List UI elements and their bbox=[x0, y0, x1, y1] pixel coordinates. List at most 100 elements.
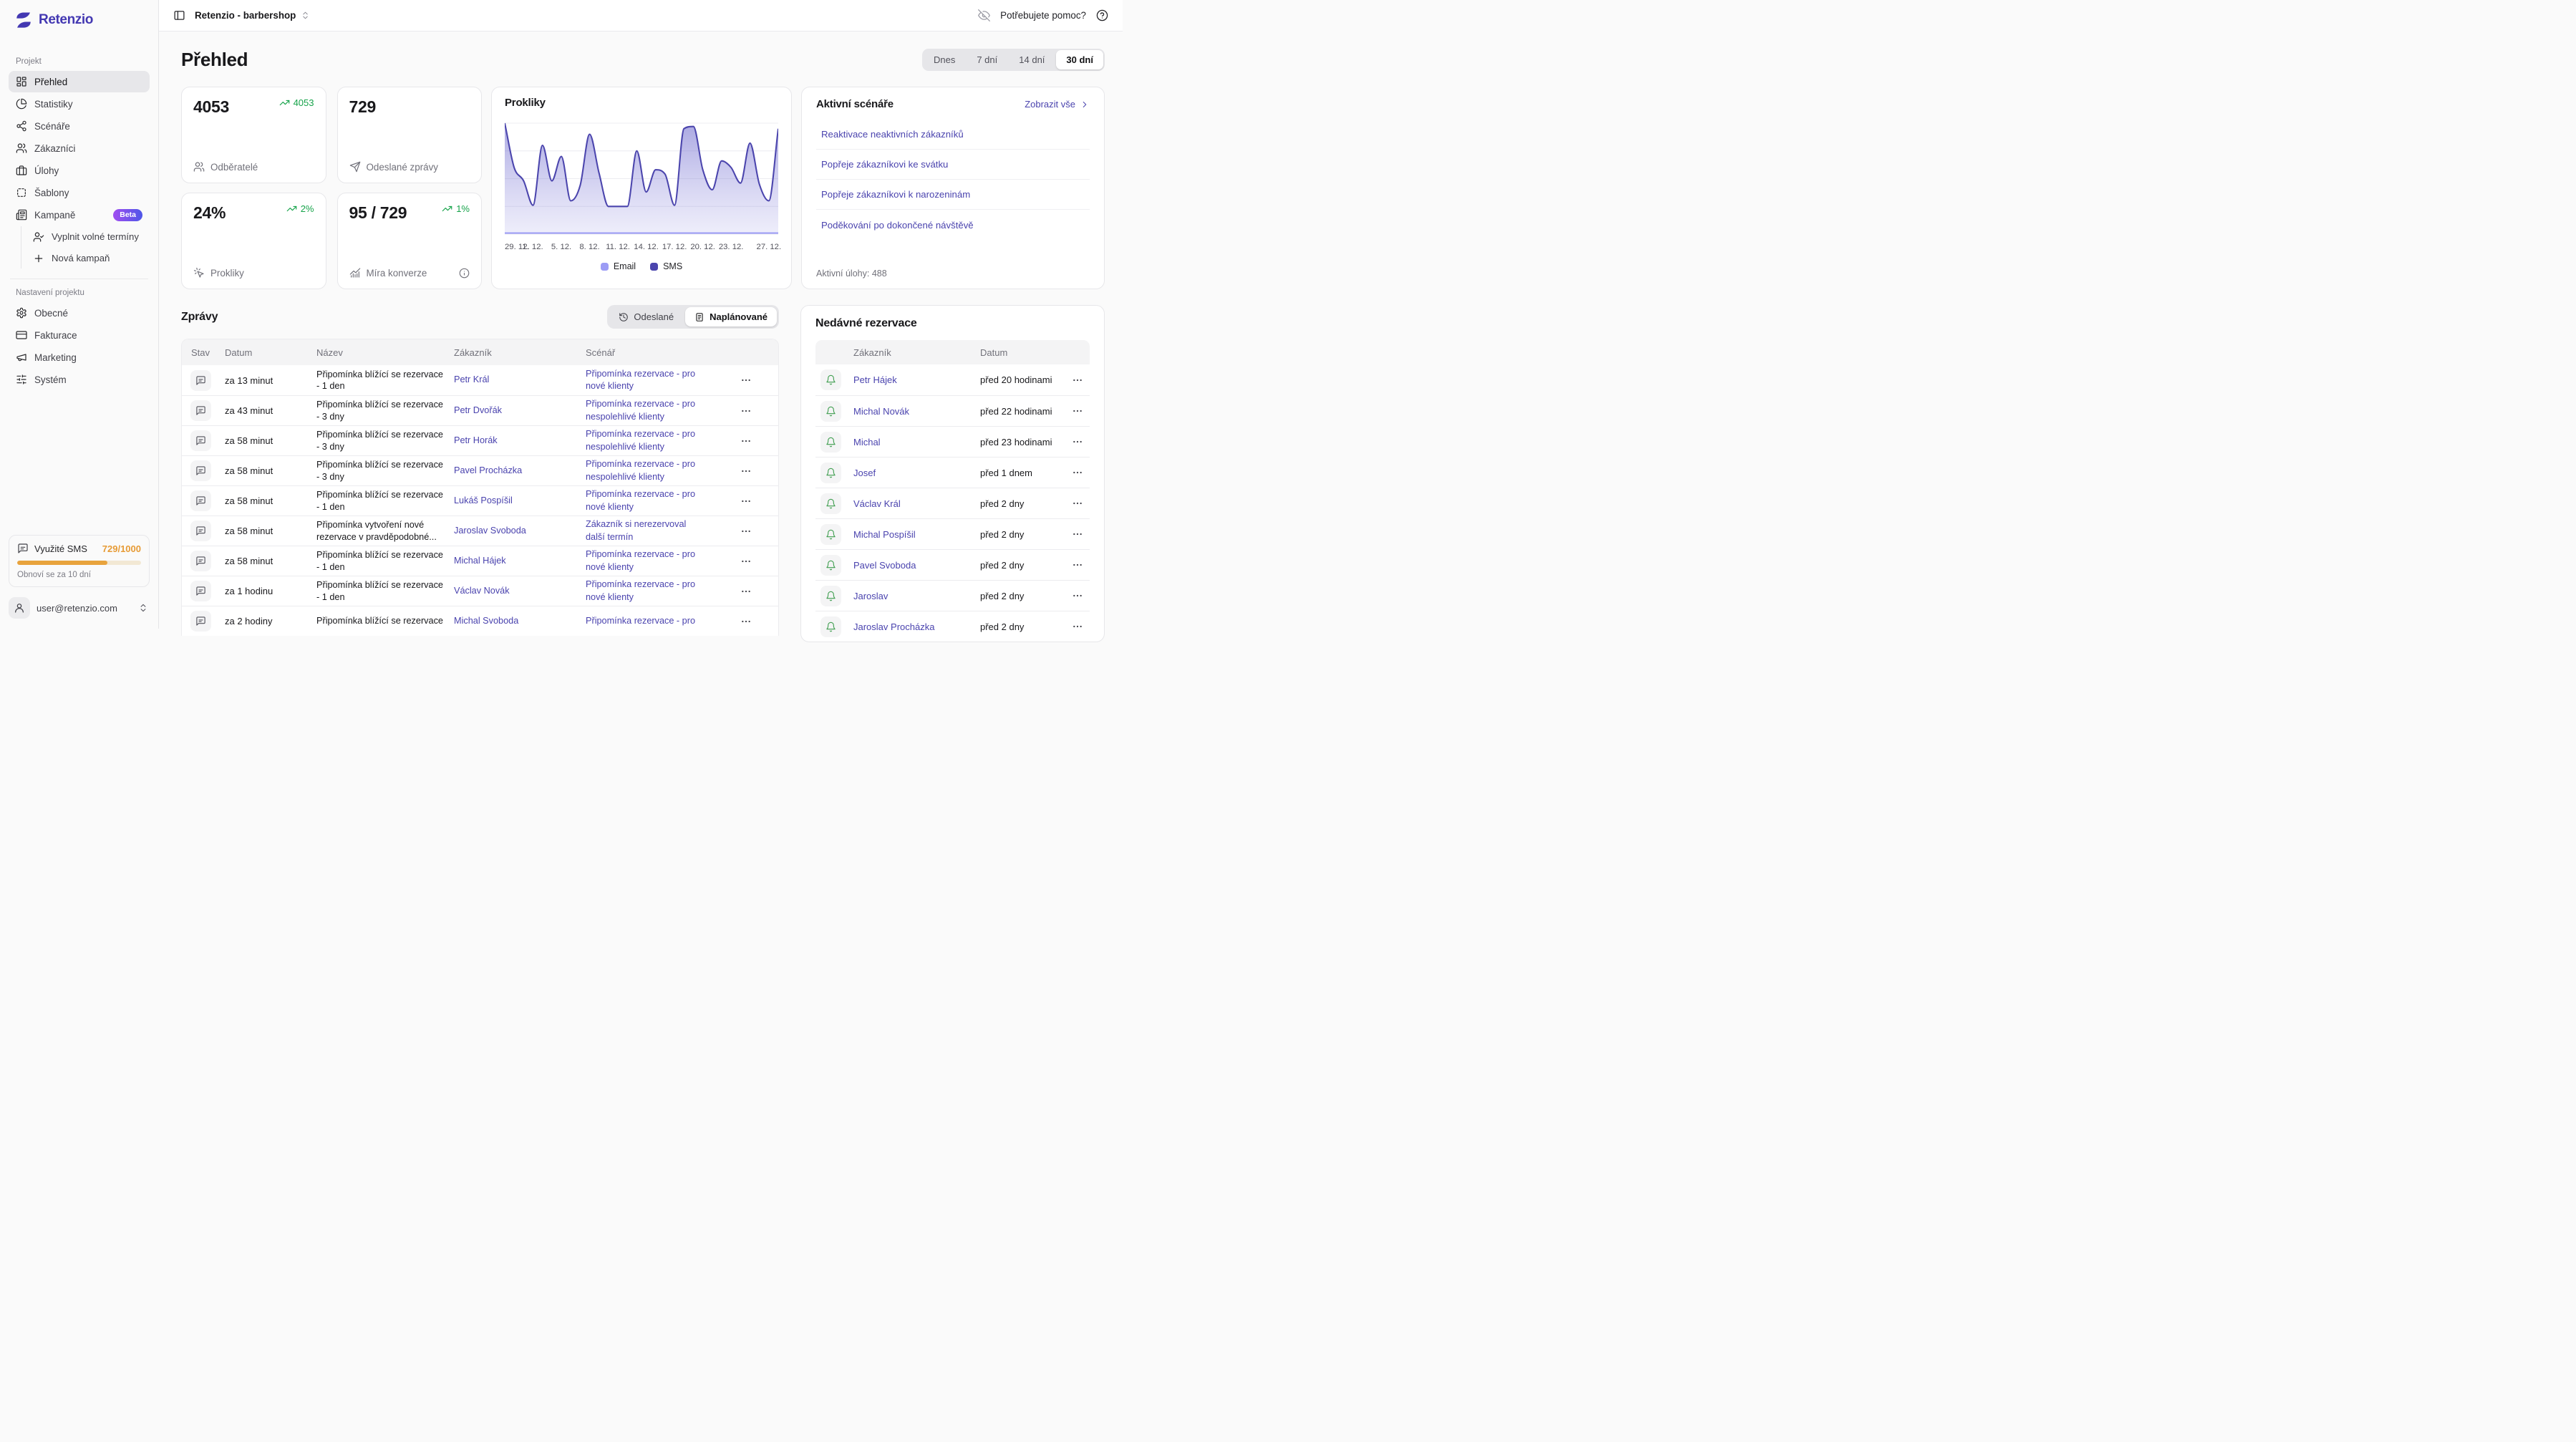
sidebar-item-system[interactable]: Systém bbox=[9, 369, 150, 390]
scenario-link[interactable]: Připomínka rezervace - pro nové klienty bbox=[586, 548, 714, 573]
customer-link[interactable]: Michal bbox=[853, 437, 980, 447]
content: Přehled Dnes7 dní14 dní30 dní 40534053Od… bbox=[159, 32, 1123, 629]
scenario-link[interactable]: Připomínka rezervace - pro nespolehlivé … bbox=[586, 398, 714, 422]
customer-link[interactable]: Jaroslav bbox=[853, 591, 980, 601]
row-menu-button[interactable] bbox=[714, 405, 778, 417]
row-menu-button[interactable] bbox=[714, 465, 778, 477]
range-button-30-dní[interactable]: 30 dní bbox=[1056, 50, 1103, 69]
customer-link[interactable]: Michal Hájek bbox=[454, 555, 586, 567]
eye-off-icon bbox=[978, 9, 990, 21]
sidebar-item-prehled[interactable]: Přehled bbox=[9, 71, 150, 92]
help-circle-button[interactable] bbox=[1096, 9, 1108, 21]
settings-section-label: Nastavení projektu bbox=[16, 289, 142, 297]
row-menu-button[interactable] bbox=[714, 435, 778, 447]
customer-link[interactable]: Václav Král bbox=[853, 498, 980, 509]
sidebar-item-fakturace[interactable]: Fakturace bbox=[9, 324, 150, 346]
row-menu-button[interactable] bbox=[1065, 621, 1090, 632]
scenario-link[interactable]: Připomínka rezervace - pro nové klienty bbox=[586, 488, 714, 513]
scenario-link[interactable]: Připomínka rezervace - pro nespolehlivé … bbox=[586, 428, 714, 453]
scenarios-list: Reaktivace neaktivních zákazníkůPopřeje … bbox=[816, 120, 1090, 240]
show-all-link[interactable]: Zobrazit vše bbox=[1025, 99, 1090, 110]
customer-link[interactable]: Josef bbox=[853, 468, 980, 478]
row-menu-button[interactable] bbox=[1065, 436, 1090, 447]
scenario-link[interactable]: Připomínka rezervace - pro bbox=[586, 615, 714, 627]
row-menu-button[interactable] bbox=[714, 526, 778, 537]
row-menu-button[interactable] bbox=[714, 374, 778, 386]
hide-values-button[interactable] bbox=[978, 9, 990, 21]
toggle-odeslane[interactable]: Odeslané bbox=[609, 307, 683, 326]
dots-icon bbox=[740, 556, 752, 567]
row-menu-button[interactable] bbox=[1065, 559, 1090, 571]
sidebar-toggle-button[interactable] bbox=[173, 9, 185, 21]
sidebar-item-marketing[interactable]: Marketing bbox=[9, 347, 150, 368]
x-tick: 8. 12. bbox=[579, 243, 599, 251]
scenario-link[interactable]: Zákazník si nerezervoval další termín bbox=[586, 518, 714, 543]
message-row: za 58 minutPřipomínka vytvoření nové rez… bbox=[182, 516, 778, 546]
user-menu[interactable]: user@retenzio.com bbox=[9, 596, 150, 620]
range-button-Dnes[interactable]: Dnes bbox=[924, 50, 965, 69]
customer-link[interactable]: Lukáš Pospíšil bbox=[454, 495, 586, 507]
customer-link[interactable]: Jaroslav Procházka bbox=[853, 621, 980, 632]
customer-link[interactable]: Pavel Procházka bbox=[454, 465, 586, 477]
prokliky-chart-svg bbox=[505, 117, 778, 239]
customer-link[interactable]: Petr Horák bbox=[454, 435, 586, 447]
message-icon bbox=[195, 465, 206, 476]
sidebar-item-vyplnit-volne-terminy[interactable]: Vyplnit volné termíny bbox=[26, 226, 150, 247]
row-menu-button[interactable] bbox=[1065, 467, 1090, 478]
info-icon bbox=[459, 268, 470, 279]
sidebar-item-kampane[interactable]: KampaněBeta bbox=[9, 204, 150, 226]
row-menu-button[interactable] bbox=[1065, 528, 1090, 540]
workspace-selector[interactable]: Retenzio - barbershop bbox=[195, 10, 310, 21]
sidebar-item-scenare[interactable]: Scénáře bbox=[9, 115, 150, 137]
scenario-link[interactable]: Popřeje zákazníkovi ke svátku bbox=[816, 150, 1090, 180]
message-icon bbox=[195, 526, 206, 536]
scenario-link[interactable]: Popřeje zákazníkovi k narozeninám bbox=[816, 180, 1090, 210]
row-menu-button[interactable] bbox=[1065, 374, 1090, 386]
range-button-14-dní[interactable]: 14 dní bbox=[1009, 50, 1055, 69]
panel-left-icon bbox=[173, 9, 185, 21]
messages-toggle: OdeslanéNaplánované bbox=[607, 305, 779, 329]
stat-card-odeslane-zpravy: 729Odeslané zprávy bbox=[337, 87, 483, 183]
chart-x-axis: 29. 11.2. 12.5. 12.8. 12.11. 12.14. 12.1… bbox=[505, 243, 778, 253]
dots-icon bbox=[740, 405, 752, 417]
scenario-link[interactable]: Poděkování po dokončené návštěvě bbox=[816, 210, 1090, 240]
row-menu-button[interactable] bbox=[1065, 405, 1090, 417]
scenario-link[interactable]: Reaktivace neaktivních zákazníků bbox=[816, 120, 1090, 150]
customer-link[interactable]: Petr Král bbox=[454, 374, 586, 386]
help-link[interactable]: Potřebujete pomoc? bbox=[1000, 10, 1086, 21]
row-menu-button[interactable] bbox=[714, 586, 778, 597]
topbar: Retenzio - barbershop Potřebujete pomoc? bbox=[159, 0, 1123, 32]
sidebar-item-statistiky[interactable]: Statistiky bbox=[9, 93, 150, 115]
customer-link[interactable]: Pavel Svoboda bbox=[853, 560, 980, 571]
active-tasks-count: Aktivní úlohy: 488 bbox=[816, 268, 1090, 279]
customer-link[interactable]: Jaroslav Svoboda bbox=[454, 525, 586, 537]
customer-link[interactable]: Michal Pospíšil bbox=[853, 529, 980, 540]
row-menu-button[interactable] bbox=[1065, 590, 1090, 601]
customer-link[interactable]: Michal Novák bbox=[853, 406, 980, 417]
scenario-link[interactable]: Připomínka rezervace - pro nespolehlivé … bbox=[586, 458, 714, 483]
chart-icon bbox=[349, 267, 361, 279]
reservation-row: Jaroslav Procházkapřed 2 dny bbox=[815, 611, 1090, 642]
customer-link[interactable]: Michal Svoboda bbox=[454, 615, 586, 627]
row-menu-button[interactable] bbox=[714, 616, 778, 627]
scenario-link[interactable]: Připomínka rezervace - pro nové klienty bbox=[586, 368, 714, 392]
sidebar-item-nova-kampan[interactable]: Nová kampaň bbox=[26, 248, 150, 268]
row-menu-button[interactable] bbox=[1065, 498, 1090, 509]
row-menu-button[interactable] bbox=[714, 556, 778, 567]
customer-link[interactable]: Václav Novák bbox=[454, 585, 586, 597]
range-button-7-dní[interactable]: 7 dní bbox=[967, 50, 1007, 69]
sidebar-item-ulohy[interactable]: Úlohy bbox=[9, 160, 150, 181]
toggle-naplanovane[interactable]: Naplánované bbox=[685, 307, 777, 326]
newspaper-icon bbox=[16, 209, 27, 221]
row-menu-button[interactable] bbox=[714, 495, 778, 507]
sidebar-item-zakaznici[interactable]: Zákazníci bbox=[9, 137, 150, 159]
customer-link[interactable]: Petr Hájek bbox=[853, 374, 980, 385]
info-button[interactable] bbox=[459, 268, 470, 279]
message-status bbox=[190, 370, 211, 391]
sidebar-item-obecne[interactable]: Obecné bbox=[9, 302, 150, 324]
customer-link[interactable]: Petr Dvořák bbox=[454, 405, 586, 417]
sidebar-item-sablony[interactable]: Šablony bbox=[9, 182, 150, 203]
scenario-link[interactable]: Připomínka rezervace - pro nové klienty bbox=[586, 579, 714, 603]
user-icon bbox=[14, 602, 25, 614]
stat-card-mira-konverze: 95 / 7291%Míra konverze bbox=[337, 193, 483, 289]
